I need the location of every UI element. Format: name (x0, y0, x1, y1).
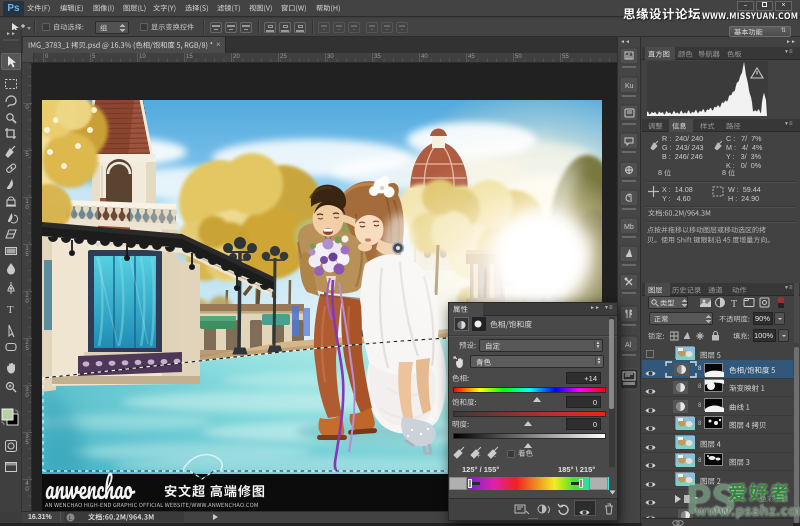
svg-text:Ku: Ku (625, 83, 634, 90)
svg-text:T: T (731, 299, 737, 309)
svg-text:-: - (494, 454, 496, 459)
svg-text:Mb: Mb (624, 224, 634, 231)
svg-text:T: T (7, 304, 14, 316)
svg-text:Al: Al (625, 342, 632, 349)
svg-text:+: + (477, 454, 481, 459)
